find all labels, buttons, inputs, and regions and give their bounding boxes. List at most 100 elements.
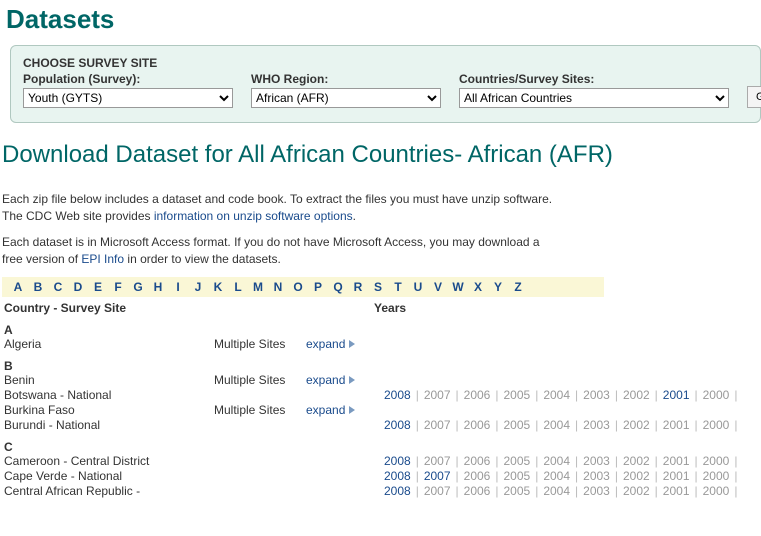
alpha-link-p[interactable]: P <box>308 280 328 294</box>
year-link[interactable]: 2008 <box>384 484 411 498</box>
alpha-link-s[interactable]: S <box>368 280 388 294</box>
year-link: 2005 <box>503 388 530 402</box>
alpha-link-k[interactable]: K <box>208 280 228 294</box>
alpha-link-m[interactable]: M <box>248 280 268 294</box>
separator: | <box>729 469 742 483</box>
year-link: 2000 <box>703 418 730 432</box>
year-link: 2001 <box>663 484 690 498</box>
go-button[interactable]: GO <box>747 86 761 108</box>
alpha-link-r[interactable]: R <box>348 280 368 294</box>
country-row: Burkina FasoMultiple Sitesexpand <box>4 403 761 417</box>
alpha-link-f[interactable]: F <box>108 280 128 294</box>
alpha-link-c[interactable]: C <box>48 280 68 294</box>
alpha-link-a[interactable]: A <box>8 280 28 294</box>
year-list: 2008|2007|2006|2005|2004|2003|2002|2001|… <box>384 418 742 432</box>
separator: | <box>690 388 703 402</box>
year-link: 2001 <box>663 454 690 468</box>
year-link: 2003 <box>583 484 610 498</box>
separator: | <box>490 454 503 468</box>
separator: | <box>570 418 583 432</box>
expand-link[interactable]: expand <box>306 403 345 417</box>
separator: | <box>451 388 464 402</box>
year-link: 2006 <box>464 418 491 432</box>
separator: | <box>490 388 503 402</box>
year-link[interactable]: 2008 <box>384 469 411 483</box>
year-link: 2005 <box>503 484 530 498</box>
filter-title: CHOOSE SURVEY SITE <box>23 56 748 70</box>
expand-link[interactable]: expand <box>306 337 345 351</box>
multiple-sites-label: Multiple Sites <box>214 373 306 387</box>
alpha-link-h[interactable]: H <box>148 280 168 294</box>
year-link[interactable]: 2008 <box>384 454 411 468</box>
year-list: 2008|2007|2006|2005|2004|2003|2002|2001|… <box>384 388 742 402</box>
year-link: 2003 <box>583 469 610 483</box>
expand-arrow-icon[interactable] <box>349 376 355 384</box>
country-row: Central African Republic -2008|2007|2006… <box>4 484 761 498</box>
country-row: BeninMultiple Sitesexpand <box>4 373 761 387</box>
year-link: 2005 <box>503 418 530 432</box>
year-list: 2008|2007|2006|2005|2004|2003|2002|2001|… <box>384 454 742 468</box>
alpha-link-n[interactable]: N <box>268 280 288 294</box>
expand-link[interactable]: expand <box>306 373 345 387</box>
expand-arrow-icon[interactable] <box>349 340 355 348</box>
country-name: Central African Republic - <box>4 484 214 498</box>
alpha-link-z[interactable]: Z <box>508 280 528 294</box>
year-link[interactable]: 2008 <box>384 418 411 432</box>
alpha-link-i[interactable]: I <box>168 280 188 294</box>
population-select[interactable]: Youth (GYTS) <box>23 88 233 108</box>
separator: | <box>411 418 424 432</box>
separator: | <box>411 469 424 483</box>
alpha-link-x[interactable]: X <box>468 280 488 294</box>
alpha-link-o[interactable]: O <box>288 280 308 294</box>
alpha-link-q[interactable]: Q <box>328 280 348 294</box>
year-link: 2003 <box>583 418 610 432</box>
alpha-link-w[interactable]: W <box>448 280 468 294</box>
separator: | <box>690 484 703 498</box>
separator: | <box>729 454 742 468</box>
unzip-options-link[interactable]: information on unzip software options <box>154 209 353 223</box>
separator: | <box>451 484 464 498</box>
alpha-link-g[interactable]: G <box>128 280 148 294</box>
alpha-link-j[interactable]: J <box>188 280 208 294</box>
expand-arrow-icon[interactable] <box>349 406 355 414</box>
year-link: 2007 <box>424 388 451 402</box>
year-link: 2004 <box>543 454 570 468</box>
year-link[interactable]: 2008 <box>384 388 411 402</box>
separator: | <box>610 454 623 468</box>
alpha-link-l[interactable]: L <box>228 280 248 294</box>
year-link: 2004 <box>543 484 570 498</box>
separator: | <box>729 484 742 498</box>
country-row: Botswana - National2008|2007|2006|2005|2… <box>4 388 761 402</box>
alpha-link-v[interactable]: V <box>428 280 448 294</box>
country-row: Cape Verde - National2008|2007|2006|2005… <box>4 469 761 483</box>
filter-region: WHO Region: African (AFR) <box>251 72 441 108</box>
epi-info-link[interactable]: EPI Info <box>81 252 124 266</box>
separator: | <box>530 388 543 402</box>
intro-text: . <box>353 209 356 223</box>
country-name: Burundi - National <box>4 418 214 432</box>
alpha-link-d[interactable]: D <box>68 280 88 294</box>
country-name: Botswana - National <box>4 388 214 402</box>
country-select[interactable]: All African Countries <box>459 88 729 108</box>
year-link[interactable]: 2007 <box>424 469 451 483</box>
year-link[interactable]: 2001 <box>663 388 690 402</box>
population-label: Population (Survey): <box>23 72 233 86</box>
alpha-link-e[interactable]: E <box>88 280 108 294</box>
region-select[interactable]: African (AFR) <box>251 88 441 108</box>
alpha-link-y[interactable]: Y <box>488 280 508 294</box>
year-link: 2001 <box>663 418 690 432</box>
years-header: Years <box>374 301 534 315</box>
alpha-link-t[interactable]: T <box>388 280 408 294</box>
year-link: 2000 <box>703 454 730 468</box>
alpha-link-b[interactable]: B <box>28 280 48 294</box>
page-title: Datasets <box>6 4 761 35</box>
year-link: 2007 <box>424 454 451 468</box>
separator: | <box>570 484 583 498</box>
separator: | <box>690 469 703 483</box>
alpha-link-u[interactable]: U <box>408 280 428 294</box>
separator: | <box>451 418 464 432</box>
multiple-sites-label: Multiple Sites <box>214 337 306 351</box>
separator: | <box>451 454 464 468</box>
separator: | <box>610 388 623 402</box>
year-link: 2004 <box>543 388 570 402</box>
